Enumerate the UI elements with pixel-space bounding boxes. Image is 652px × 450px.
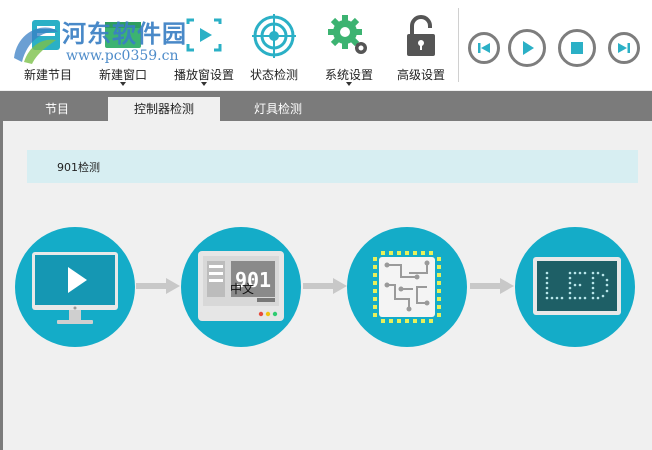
- tab-lamp-check[interactable]: 灯具检测: [234, 97, 322, 121]
- new-program-icon: [32, 20, 60, 50]
- previous-button[interactable]: [468, 32, 500, 64]
- chevron-down-icon: [201, 82, 207, 86]
- play-button[interactable]: [508, 29, 546, 67]
- controller-label: 中文: [230, 282, 255, 296]
- flow-arrow-icon: [303, 278, 347, 294]
- status-text: 901检测: [57, 161, 100, 174]
- next-button[interactable]: [608, 32, 640, 64]
- playback-window-settings-label: 播放窗设置: [173, 68, 234, 82]
- skip-previous-icon: [478, 43, 490, 53]
- system-settings-label: 系统设置: [324, 68, 373, 82]
- advanced-settings-button[interactable]: 高级设置: [388, 0, 454, 88]
- playback-window-settings-button[interactable]: 播放窗设置: [168, 0, 240, 88]
- new-program-label: 新建节目: [23, 68, 72, 82]
- panel-border: [0, 121, 3, 450]
- skip-next-icon: [618, 43, 630, 53]
- new-window-button[interactable]: 新建窗口: [90, 0, 156, 88]
- lock-icon: [407, 15, 435, 56]
- step-monitor: [15, 227, 135, 347]
- tab-programs[interactable]: 节目: [20, 97, 94, 121]
- led-display-icon: [533, 257, 621, 315]
- advanced-settings-label: 高级设置: [396, 68, 445, 82]
- step-chip: [347, 227, 467, 347]
- status-check-button[interactable]: 状态检测: [242, 0, 306, 88]
- status-bar: 901检测: [27, 150, 638, 183]
- stop-button[interactable]: [558, 29, 596, 67]
- toolbar-divider: [458, 8, 459, 82]
- flow-arrow-icon: [470, 278, 514, 294]
- monitor-play-icon: [32, 252, 118, 324]
- tab-bar: 节目 控制器检测 灯具检测: [0, 91, 652, 121]
- new-window-label: 新建窗口: [98, 68, 147, 82]
- chip-icon: [373, 251, 441, 323]
- flow-arrow-icon: [136, 278, 180, 294]
- system-settings-button[interactable]: 系统设置: [316, 0, 382, 88]
- play-icon: [523, 41, 534, 55]
- toolbar: 新建节目 新建窗口 播放窗设置 状态检测 系统设置 高级设置 河东软件园 www…: [0, 0, 652, 90]
- playback-window-icon: [186, 18, 222, 52]
- stop-icon: [571, 42, 583, 54]
- target-icon: [252, 14, 296, 58]
- chevron-down-icon: [120, 82, 126, 86]
- tab-controller-check[interactable]: 控制器检测: [108, 97, 220, 121]
- chevron-down-icon: [346, 82, 352, 86]
- new-window-icon: [105, 22, 141, 48]
- status-check-label: 状态检测: [249, 68, 298, 82]
- step-led-display: [515, 227, 635, 347]
- new-program-button[interactable]: 新建节目: [14, 0, 82, 88]
- gear-icon: [328, 15, 367, 54]
